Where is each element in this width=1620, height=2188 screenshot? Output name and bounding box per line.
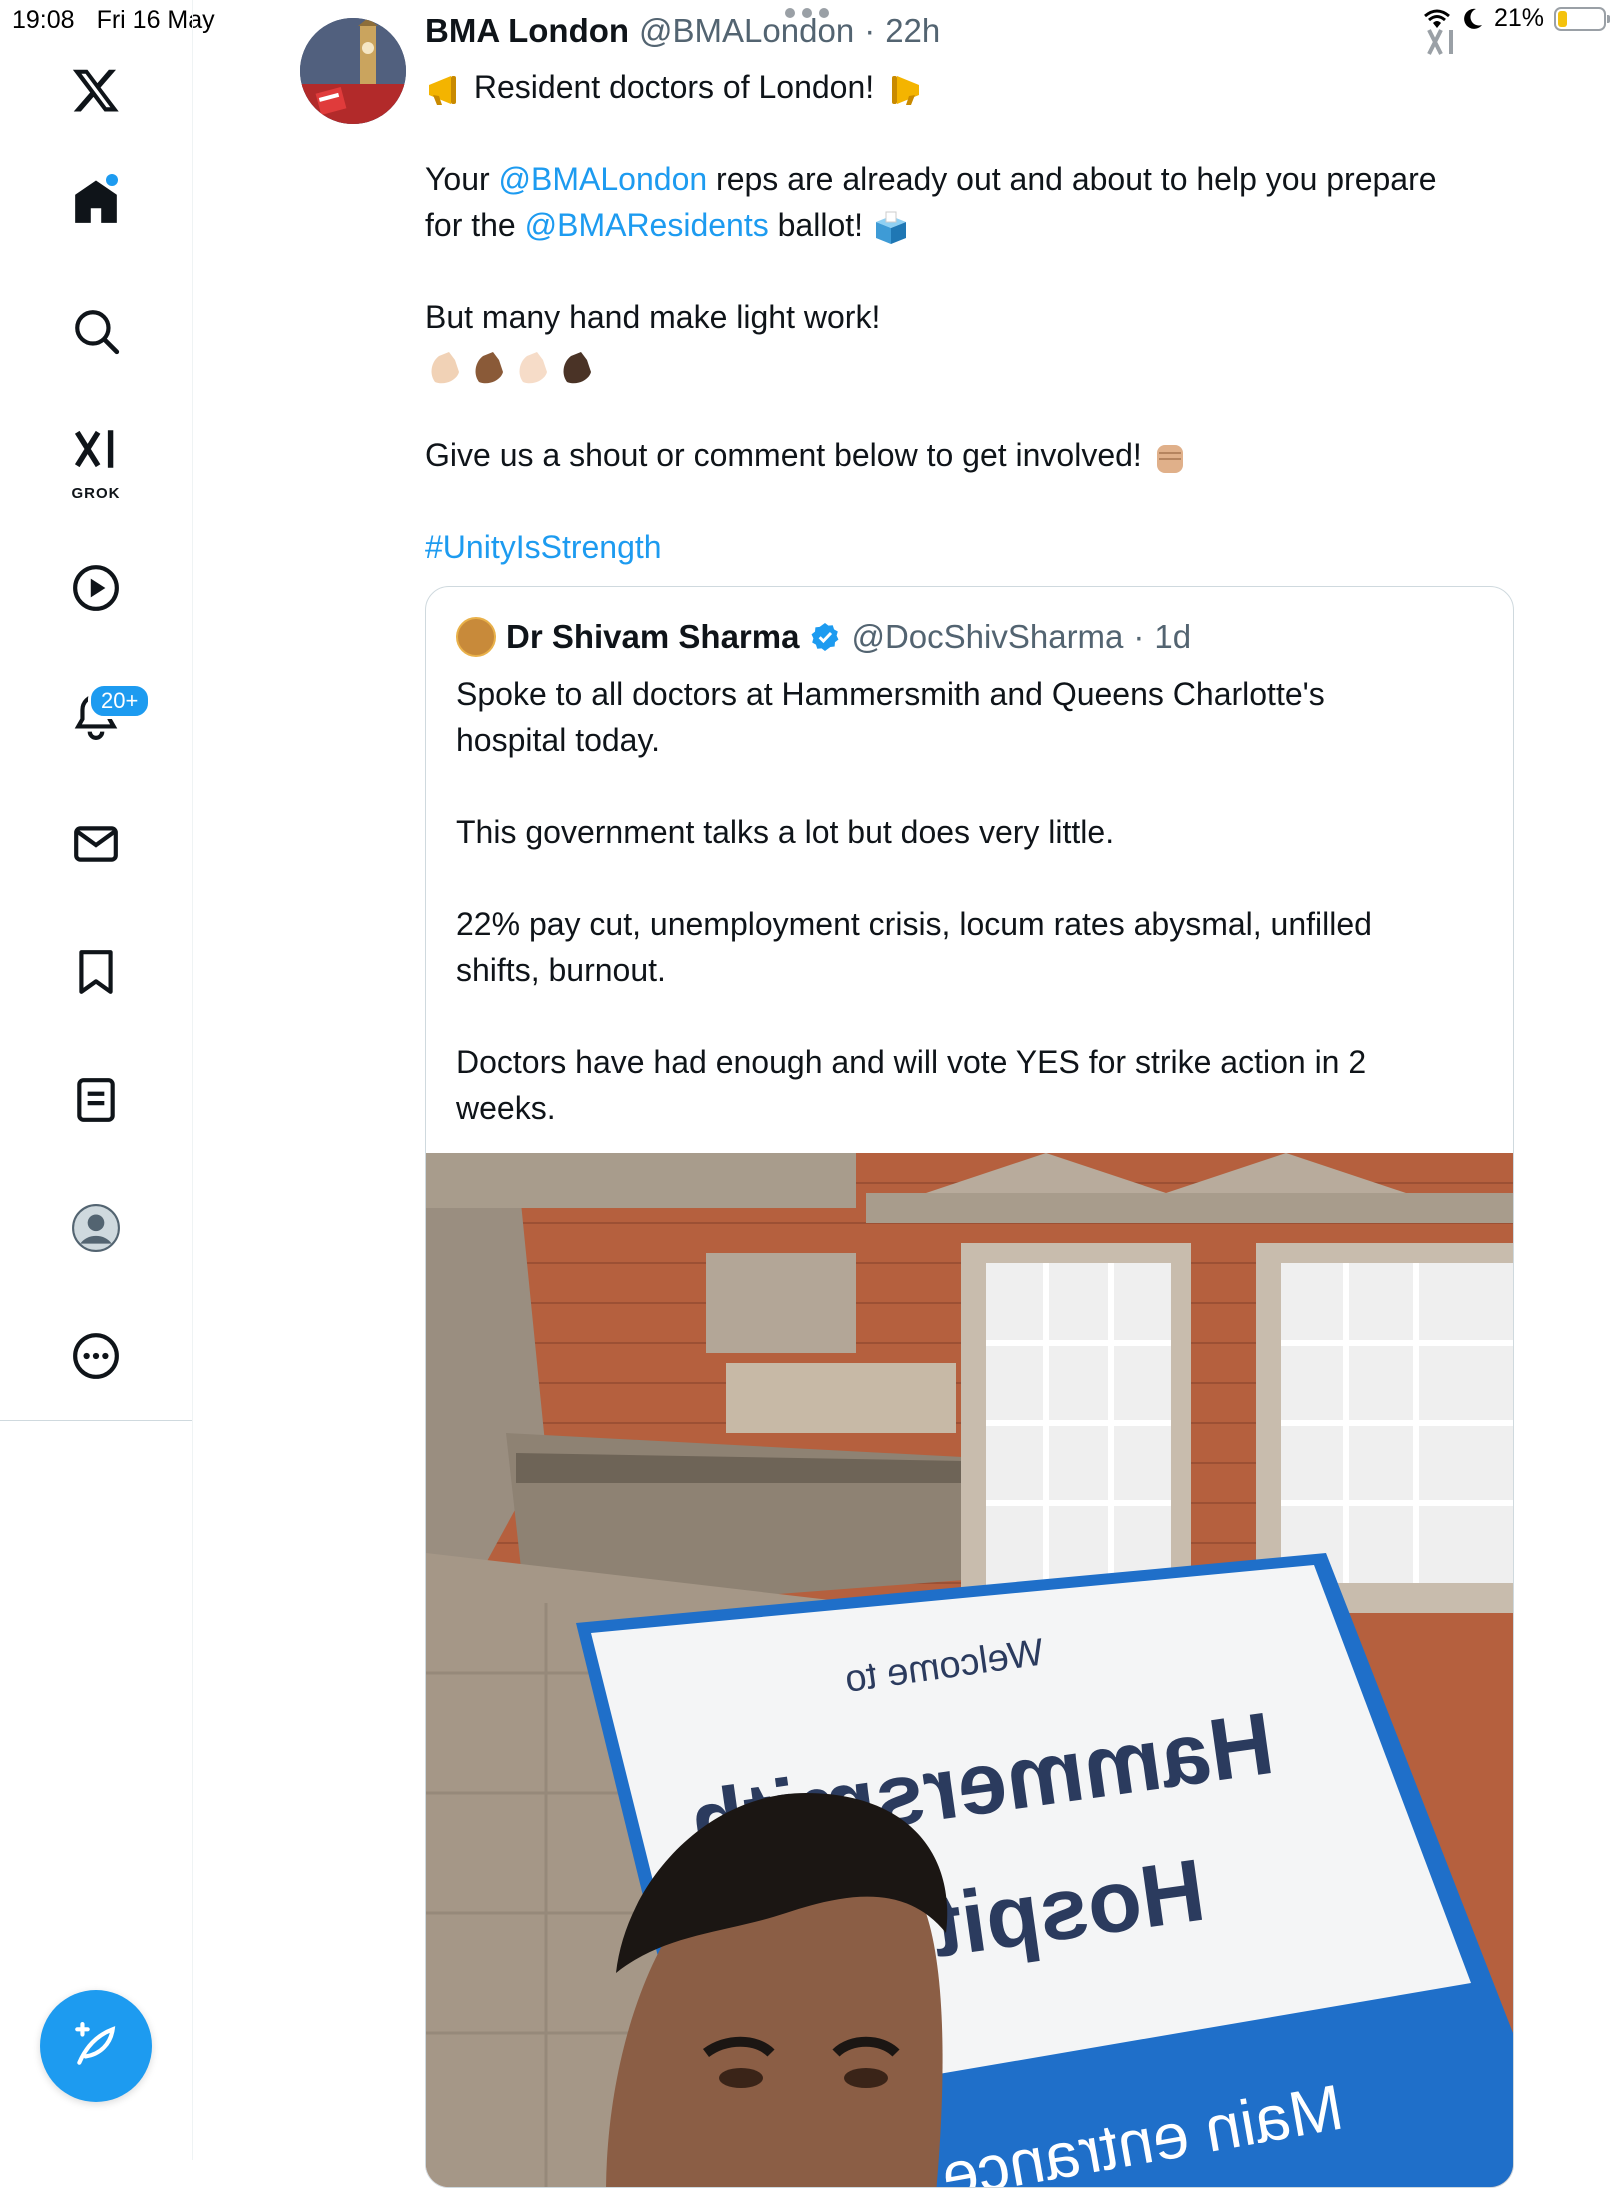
bookmark-icon <box>79 950 113 994</box>
sidebar-item-profile[interactable] <box>48 1180 144 1276</box>
avatar-image <box>300 18 406 124</box>
notifications-badge: 20+ <box>88 683 152 719</box>
quoted-tweet-card[interactable]: Dr Shivam Sharma @DocShivSharma · 1d Spo… <box>425 586 1514 2188</box>
home-unread-dot <box>106 174 118 186</box>
x-ai-icon <box>1427 29 1453 55</box>
mail-icon <box>74 826 118 862</box>
grok-icon <box>74 430 114 468</box>
tweet-line-2a: Your <box>425 161 499 197</box>
sidebar-item-bookmarks[interactable] <box>48 924 144 1020</box>
mention-bmalondon[interactable]: @BMALondon <box>499 161 708 197</box>
quote-p1-l1: Spoke to all doctors at Hammersmith and … <box>456 676 1325 712</box>
tweet-header: BMA London @BMALondon · 22h <box>425 12 940 50</box>
tweet-line-4: But many hand make light work! <box>425 299 881 335</box>
compose-post-button[interactable] <box>40 1990 152 2102</box>
verified-badge-icon <box>812 623 839 651</box>
sidebar-item-grok[interactable]: GROK <box>48 408 144 512</box>
more-icon <box>73 1333 119 1379</box>
battery-icon <box>1554 6 1610 31</box>
tweet-text: Resident doctors of London! Your @BMALon… <box>425 60 1525 570</box>
tweet-time[interactable]: 22h <box>885 12 940 50</box>
author-name[interactable]: BMA London <box>425 12 629 50</box>
moon-icon <box>1464 8 1482 29</box>
hashtag-unityisstrength[interactable]: #UnityIsStrength <box>425 529 662 565</box>
play-icon <box>73 565 119 611</box>
mention-bmaresidents[interactable]: @BMAResidents <box>525 207 769 243</box>
compose-quill-icon <box>75 2022 116 2065</box>
quoted-tweet-time[interactable]: 1d <box>1154 618 1191 656</box>
quoted-tweet-text: Spoke to all doctors at Hammersmith and … <box>456 671 1486 1131</box>
author-handle[interactable]: @BMALondon <box>639 12 854 50</box>
quote-p2: This government talks a lot but does ver… <box>456 814 1115 850</box>
author-avatar[interactable] <box>300 18 406 124</box>
list-icon <box>77 1078 115 1122</box>
tweet-line-5: Give us a shout or comment below to get … <box>425 437 1142 473</box>
sidebar-item-more[interactable] <box>48 1308 144 1404</box>
quoted-tweet-header: Dr Shivam Sharma @DocShivSharma · 1d <box>456 617 1191 657</box>
waving-hand-emoji-icon <box>431 351 459 383</box>
quoted-author-handle[interactable]: @DocShivSharma <box>851 618 1123 656</box>
tweet-line-3a: for the <box>425 207 525 243</box>
sidebar-item-home[interactable] <box>48 154 144 250</box>
quote-p3-l1: 22% pay cut, unemployment crisis, locum … <box>456 906 1372 942</box>
sidebar-divider <box>0 1420 192 1421</box>
raised-fist-emoji-icon <box>1156 444 1183 473</box>
quote-p1-l2: hospital today. <box>456 722 660 758</box>
quote-p3-l2: shifts, burnout. <box>456 952 666 988</box>
megaphone-emoji-icon <box>892 75 920 105</box>
quote-p4-l1: Doctors have had enough and will vote YE… <box>456 1044 1367 1080</box>
search-icon <box>75 310 120 355</box>
waving-hand-emoji-icon <box>563 351 591 383</box>
sidebar-item-lists[interactable] <box>48 1052 144 1148</box>
quote-p4-l2: weeks. <box>456 1090 556 1126</box>
x-logo-button[interactable] <box>48 42 144 138</box>
tweet-line-3b: ballot! <box>768 207 864 243</box>
megaphone-emoji-icon <box>429 75 456 105</box>
sidebar-item-video[interactable] <box>48 540 144 636</box>
sidebar: GROK 20+ <box>0 0 193 2160</box>
quoted-header-separator: · <box>1133 618 1145 655</box>
ballot-box-emoji-icon <box>875 211 906 244</box>
x-logo-icon <box>72 69 119 112</box>
battery-level <box>1558 10 1567 27</box>
quoted-author-avatar[interactable] <box>456 617 496 657</box>
waving-hand-emoji-icon <box>519 351 547 383</box>
sidebar-item-explore[interactable] <box>48 283 144 379</box>
quoted-author-name[interactable]: Dr Shivam Sharma <box>506 618 799 656</box>
battery-percent: 21% <box>1493 4 1544 32</box>
waving-hand-emoji-icon <box>475 351 503 383</box>
quoted-tweet-photo[interactable]: Welcome to Hammersmith Hospital Main ent… <box>426 1153 1513 2188</box>
sidebar-item-messages[interactable] <box>48 796 144 892</box>
header-separator: · <box>864 12 876 49</box>
tweet-line-2b: reps are already out and about to help y… <box>707 161 1437 197</box>
profile-avatar-icon <box>72 1204 120 1252</box>
grok-label: GROK <box>71 485 121 502</box>
tweet-line-1: Resident doctors of London! <box>473 69 875 105</box>
